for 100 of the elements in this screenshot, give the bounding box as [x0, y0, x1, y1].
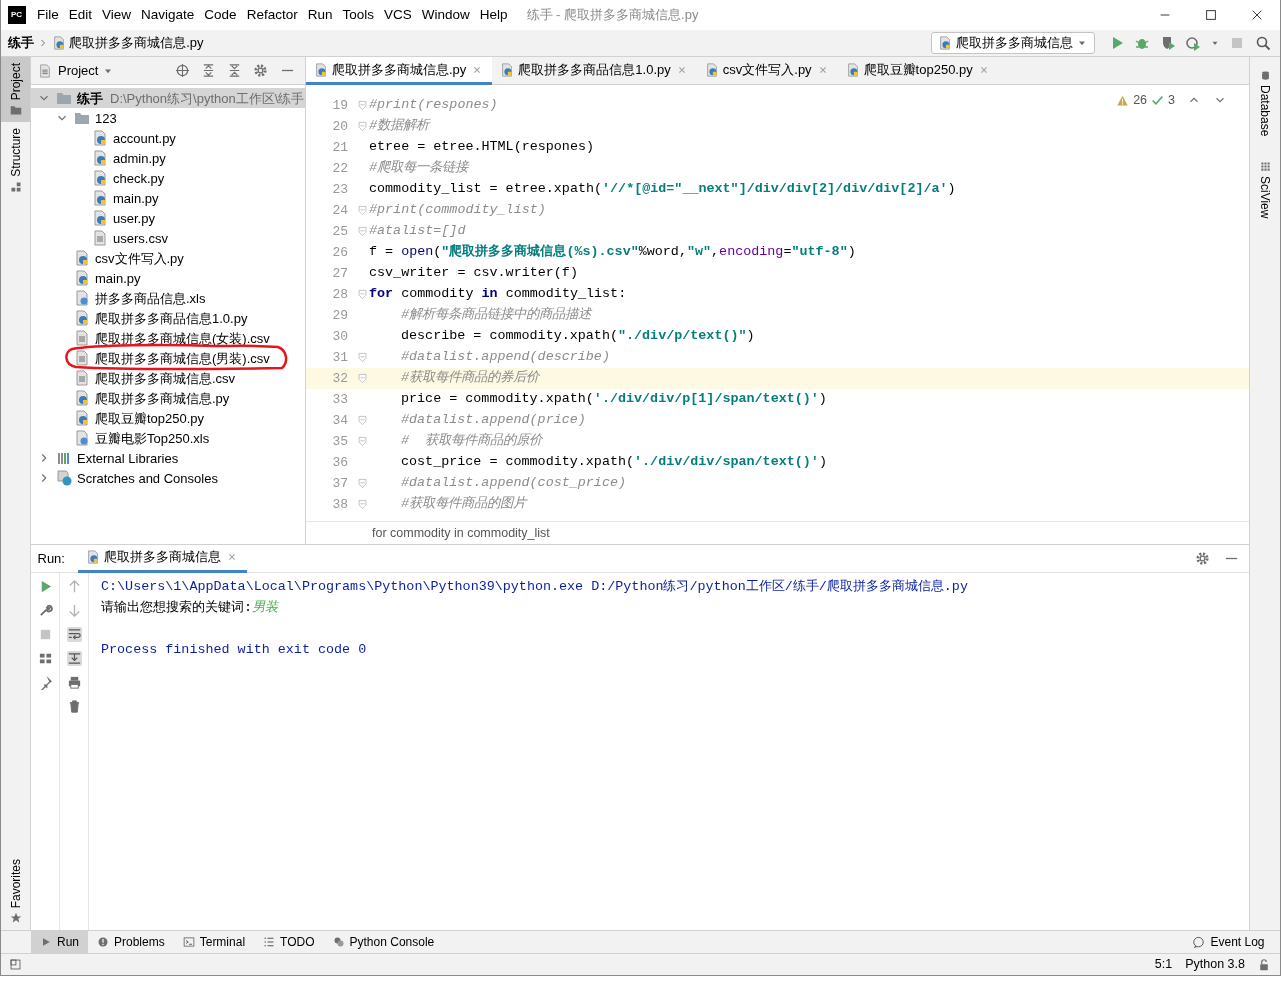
profile-icon[interactable] [1184, 35, 1201, 51]
fold-marker-icon[interactable] [357, 415, 368, 426]
tree-item[interactable]: 爬取豆瓣top250.py [95, 408, 205, 428]
fold-marker-icon[interactable] [357, 100, 368, 111]
line-number: 22 [331, 159, 349, 178]
tool-window-button[interactable]: Python Console [323, 931, 444, 953]
run-config-dropdown[interactable]: 爬取拼多多商城信息 [931, 32, 1095, 54]
menu-item[interactable]: Refactor [241, 4, 303, 26]
tool-window-button[interactable]: Run [31, 931, 88, 953]
fold-marker-icon[interactable] [357, 121, 368, 132]
line-number: 30 [331, 327, 349, 346]
folder-icon [9, 104, 22, 117]
panel-title-dropdown[interactable]: Project [58, 60, 99, 81]
fold-marker-icon[interactable] [357, 499, 368, 510]
tree-item[interactable]: External Libraries [77, 448, 179, 468]
locate-icon[interactable] [174, 63, 190, 78]
tree-item[interactable]: 爬取拼多多商城信息.csv [95, 368, 236, 388]
fold-marker-icon[interactable] [357, 289, 368, 300]
tree-item[interactable]: Scratches and Consoles [77, 468, 218, 488]
console-line: 请输出您想搜索的关键词: [101, 599, 253, 617]
menu-item[interactable]: Help [474, 4, 513, 26]
scroll-to-end-icon[interactable] [66, 651, 82, 666]
menu-item[interactable]: Navigate [136, 4, 200, 26]
editor-tab[interactable]: 爬取拼多多商城信息.py [306, 57, 493, 85]
fold-marker-icon[interactable] [357, 205, 368, 216]
tree-item[interactable]: 练手 [77, 88, 103, 108]
user-input-text: 男装 [252, 599, 279, 617]
editor-tab[interactable]: csv文件写入.py [696, 57, 838, 85]
wrench-icon[interactable] [37, 603, 53, 618]
close-icon [1250, 8, 1264, 22]
settings-icon[interactable] [253, 63, 269, 78]
fold-marker-icon[interactable] [357, 436, 368, 447]
menu-item[interactable]: Tools [337, 4, 379, 26]
tree-item[interactable]: users.csv [113, 228, 168, 248]
tool-window-button[interactable]: TODO [254, 931, 324, 953]
menu-item[interactable]: Code [199, 4, 242, 26]
breadcrumb-item[interactable]: 爬取拼多多商城信息.py [69, 33, 204, 53]
print-icon[interactable] [66, 675, 82, 690]
line-number: 26 [331, 243, 349, 262]
fold-marker-icon[interactable] [357, 352, 368, 363]
layout-icon[interactable] [37, 651, 53, 666]
tree-item[interactable]: 拼多多商品信息.xls [95, 288, 206, 308]
tool-window-button[interactable]: Favorites [1, 852, 30, 930]
settings-icon[interactable] [1195, 551, 1210, 566]
tree-item[interactable]: account.py [113, 128, 176, 148]
python-file-icon [92, 210, 108, 227]
fold-marker-icon[interactable] [357, 226, 368, 237]
fold-marker-icon[interactable] [357, 373, 368, 384]
tool-window-button[interactable]: Problems [88, 931, 174, 953]
code-line: #爬取每一条链接 [369, 159, 469, 178]
tree-item[interactable]: 豆瓣电影Top250.xls [95, 428, 210, 448]
interpreter-selector[interactable]: Python 3.8 [1185, 955, 1245, 974]
tool-window-button[interactable]: Structure [1, 122, 30, 200]
run-tab[interactable]: 爬取拼多多商城信息 [77, 544, 247, 573]
window-title: 练手 - 爬取拼多多商城信息.py [526, 6, 699, 25]
warning-icon [1116, 93, 1130, 107]
tree-item[interactable]: admin.py [113, 148, 166, 168]
tree-item[interactable]: 爬取拼多多商品信息1.0.py [95, 308, 248, 328]
breadcrumb-item[interactable]: for commodity in commodity_list [372, 523, 550, 543]
menu-item[interactable]: Run [302, 4, 338, 26]
tree-item[interactable]: csv文件写入.py [95, 248, 184, 268]
line-number: 28 [331, 285, 349, 304]
tool-window-button[interactable]: SciView [1250, 154, 1280, 225]
lock-icon[interactable] [1258, 958, 1270, 971]
speech-bubble-icon [1192, 935, 1206, 949]
tree-item[interactable]: 123 [95, 108, 117, 128]
menu-item[interactable]: File [32, 4, 64, 26]
menu-item[interactable]: Window [416, 4, 475, 26]
python-file-icon [74, 270, 90, 287]
warning-count[interactable]: 26 [1133, 91, 1148, 110]
fold-marker-icon[interactable] [357, 478, 368, 489]
caret-position[interactable]: 5:1 [1154, 955, 1173, 974]
menu-item[interactable]: VCS [378, 4, 417, 26]
tool-window-button[interactable]: Database [1250, 63, 1280, 142]
line-number: 32 [331, 369, 349, 388]
breadcrumb-item[interactable]: 练手 [7, 33, 34, 53]
tree-item[interactable]: main.py [95, 268, 141, 288]
editor-tab[interactable]: 爬取豆瓣top250.py [837, 57, 999, 85]
code-line: #datalist.append(price) [400, 411, 586, 430]
collapse-all-icon[interactable] [227, 63, 242, 78]
line-number: 36 [331, 453, 349, 472]
menu-item[interactable]: View [97, 4, 137, 26]
editor-tab[interactable]: 爬取拼多多商品信息1.0.py [492, 57, 697, 85]
python-file-icon [845, 62, 860, 77]
problems-icon [97, 936, 109, 948]
line-number: 25 [331, 222, 349, 241]
python-file-icon [314, 62, 328, 77]
tool-window-button[interactable]: Project [1, 57, 30, 123]
tree-item[interactable]: 爬取拼多多商城信息.py [95, 388, 230, 408]
tool-window-button[interactable]: Terminal [173, 931, 255, 953]
folder-icon [74, 110, 90, 127]
tool-windows-icon[interactable] [9, 958, 22, 971]
tree-item[interactable]: user.py [113, 208, 155, 228]
menu-item[interactable]: Edit [63, 4, 98, 26]
search-icon[interactable] [1254, 35, 1271, 51]
weak-warning-count[interactable]: 3 [1168, 91, 1175, 110]
soft-wrap-icon[interactable] [66, 627, 82, 642]
tree-item[interactable]: main.py [113, 188, 159, 208]
tree-item[interactable]: check.py [113, 168, 165, 188]
tool-window-button[interactable]: Event Log [1183, 931, 1274, 953]
